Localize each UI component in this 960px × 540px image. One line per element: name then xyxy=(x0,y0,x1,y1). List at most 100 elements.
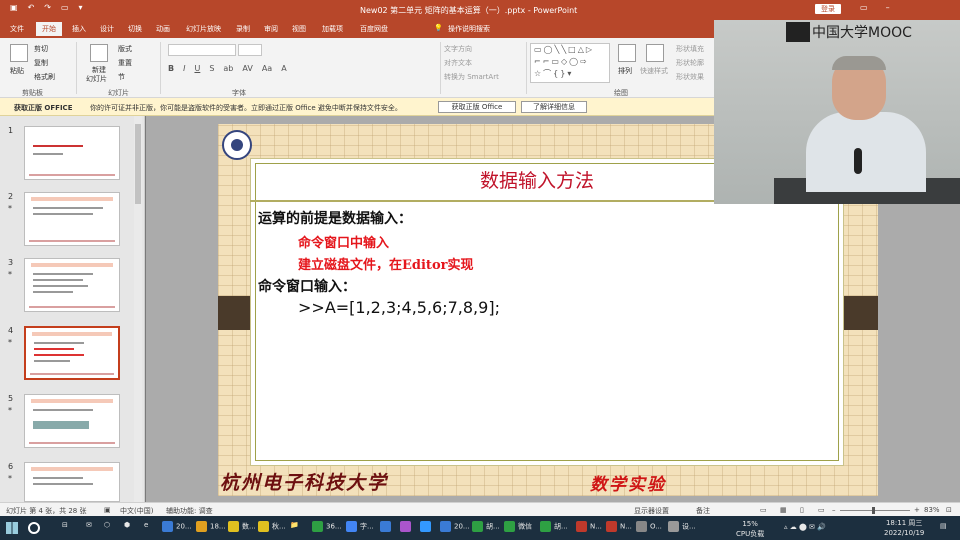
system-clock[interactable]: 18:11 周三 2022/10/19 xyxy=(884,518,924,538)
taskbar-window[interactable]: 胡... xyxy=(472,521,500,535)
slideshow-view-icon[interactable]: ▭ xyxy=(818,506,825,514)
slide-thumbnail-2[interactable] xyxy=(24,192,120,246)
zoom-slider[interactable] xyxy=(840,510,910,511)
taskbar-app-icon[interactable]: ⬢ xyxy=(124,521,130,535)
shape-effects-button[interactable]: 形状效果 xyxy=(676,72,704,82)
underline-icon[interactable]: U xyxy=(194,64,200,73)
fit-to-window-icon[interactable]: ⊡ xyxy=(946,506,952,514)
slide-text-line[interactable]: 命令窗口输入： xyxy=(258,276,356,296)
customize-qat-icon[interactable]: ▾ xyxy=(79,3,83,12)
reading-view-icon[interactable]: ▯ xyxy=(800,506,804,514)
copy-button[interactable]: 复制 xyxy=(34,58,48,68)
zoom-out-icon[interactable]: – xyxy=(832,506,836,514)
shape-outline-button[interactable]: 形状轮廓 xyxy=(676,58,704,68)
zoom-in-icon[interactable]: + xyxy=(914,506,920,514)
taskbar-app-icon[interactable]: 📁 xyxy=(290,521,299,535)
tab-home[interactable]: 开始 xyxy=(36,22,62,36)
taskbar-window[interactable]: 微信 xyxy=(504,521,532,535)
quick-styles-icon[interactable] xyxy=(646,44,664,62)
cpu-monitor[interactable]: 15% CPU负载 xyxy=(736,519,764,539)
ribbon-display-icon[interactable]: ▭ xyxy=(860,3,868,12)
display-settings-button[interactable]: 显示器设置 xyxy=(634,506,669,516)
quick-styles-button[interactable]: 快速样式 xyxy=(640,66,668,76)
undo-icon[interactable]: ↶ xyxy=(28,3,35,12)
taskbar-app-icon[interactable] xyxy=(400,521,414,535)
font-color-icon[interactable]: A xyxy=(281,64,286,73)
taskbar-app-icon[interactable]: ✉ xyxy=(86,521,92,535)
language-indicator[interactable]: 中文(中国) xyxy=(120,506,153,516)
tab-record[interactable]: 录制 xyxy=(236,24,250,34)
paste-button[interactable]: 粘贴 xyxy=(10,66,24,76)
layout-button[interactable]: 版式 xyxy=(118,44,132,54)
windows-start-icon[interactable] xyxy=(6,522,18,534)
accessibility-checker[interactable]: 辅助功能: 调查 xyxy=(166,506,213,516)
slide-text-line[interactable]: 命令窗口中输入 xyxy=(298,232,389,251)
slide-sorter-icon[interactable]: ▦ xyxy=(780,506,787,514)
login-button[interactable]: 登录 xyxy=(815,4,841,14)
taskbar-app-icon[interactable] xyxy=(380,521,394,535)
edge-icon[interactable]: e xyxy=(144,521,148,535)
taskbar-window[interactable]: 设... xyxy=(668,521,696,535)
task-view-icon[interactable]: ⊟ xyxy=(62,521,68,535)
align-text-button[interactable]: 对齐文本 xyxy=(444,58,472,68)
strikethrough-icon[interactable]: ab xyxy=(223,64,233,73)
normal-view-icon[interactable]: ▭ xyxy=(760,506,767,514)
tab-review[interactable]: 审阅 xyxy=(264,24,278,34)
tab-transitions[interactable]: 切换 xyxy=(128,24,142,34)
taskbar-window[interactable]: O... xyxy=(636,521,662,535)
thumbnail-scrollbar[interactable] xyxy=(134,116,142,502)
scrollbar-thumb[interactable] xyxy=(135,124,141,204)
shape-fill-button[interactable]: 形状填充 xyxy=(676,44,704,54)
tab-file[interactable]: 文件 xyxy=(10,24,24,34)
format-painter-button[interactable]: 格式刷 xyxy=(34,72,55,82)
char-spacing-icon[interactable]: AV xyxy=(242,64,252,73)
tab-animations[interactable]: 动画 xyxy=(156,24,170,34)
reset-button[interactable]: 重置 xyxy=(118,58,132,68)
tab-insert[interactable]: 插入 xyxy=(72,24,86,34)
save-icon[interactable]: ▣ xyxy=(10,3,18,12)
learn-more-button[interactable]: 了解详细信息 xyxy=(521,101,587,113)
tab-view[interactable]: 视图 xyxy=(292,24,306,34)
spellcheck-icon[interactable]: ▣ xyxy=(104,506,111,514)
taskbar-window[interactable]: 胡... xyxy=(540,521,568,535)
taskbar-app-icon[interactable] xyxy=(420,521,434,535)
slide-text-line[interactable]: 建立磁盘文件，在Editor实现 xyxy=(298,254,473,273)
taskbar-window[interactable]: 数... xyxy=(228,521,256,535)
slide-title[interactable]: 数据输入方法 xyxy=(480,166,594,193)
convert-smartart-button[interactable]: 转换为 SmartArt xyxy=(444,72,499,82)
taskbar-window[interactable]: N... xyxy=(576,521,602,535)
tab-slideshow[interactable]: 幻灯片放映 xyxy=(186,24,221,34)
text-direction-button[interactable]: 文字方向 xyxy=(444,44,472,54)
section-button[interactable]: 节 xyxy=(118,72,125,82)
notes-button[interactable]: 备注 xyxy=(696,506,710,516)
font-size-dropdown[interactable] xyxy=(238,44,262,56)
tab-baidu[interactable]: 百度网盘 xyxy=(360,24,388,34)
font-name-dropdown[interactable] xyxy=(168,44,236,56)
slide-thumbnail-6[interactable] xyxy=(24,462,120,502)
arrange-button[interactable]: 排列 xyxy=(618,66,632,76)
tab-addins[interactable]: 加载项 xyxy=(322,24,343,34)
zoom-slider-thumb[interactable] xyxy=(872,507,875,514)
change-case-icon[interactable]: Aa xyxy=(262,64,272,73)
italic-icon[interactable]: I xyxy=(183,64,185,73)
shapes-gallery[interactable]: ▭◯╲╲□△▷ ⌐⌐▭◇◯⇨ ☆⌒{}▾ xyxy=(530,43,610,83)
redo-icon[interactable]: ↷ xyxy=(44,3,51,12)
taskbar-window[interactable]: 秋... xyxy=(258,521,286,535)
cut-button[interactable]: 剪切 xyxy=(34,44,48,54)
get-genuine-office-button[interactable]: 获取正版 Office xyxy=(438,101,516,113)
shadow-icon[interactable]: S xyxy=(209,64,214,73)
taskbar-window[interactable]: 字... xyxy=(346,521,374,535)
slide-text-line[interactable]: 运算的前提是数据输入： xyxy=(258,208,412,228)
search-icon[interactable] xyxy=(28,522,40,534)
zoom-level[interactable]: 83% xyxy=(924,506,940,514)
bold-icon[interactable]: B xyxy=(168,64,174,73)
new-slide-icon[interactable] xyxy=(90,44,108,62)
minimize-icon[interactable]: – xyxy=(886,3,890,12)
taskbar-window[interactable]: 18... xyxy=(196,521,226,535)
taskbar-window[interactable]: N... xyxy=(606,521,632,535)
taskbar-window[interactable]: 36... xyxy=(312,521,342,535)
slide-thumbnail-5[interactable] xyxy=(24,394,120,448)
slide-thumbnail-1[interactable] xyxy=(24,126,120,180)
slide-thumbnail-4[interactable] xyxy=(24,326,120,380)
tab-design[interactable]: 设计 xyxy=(100,24,114,34)
